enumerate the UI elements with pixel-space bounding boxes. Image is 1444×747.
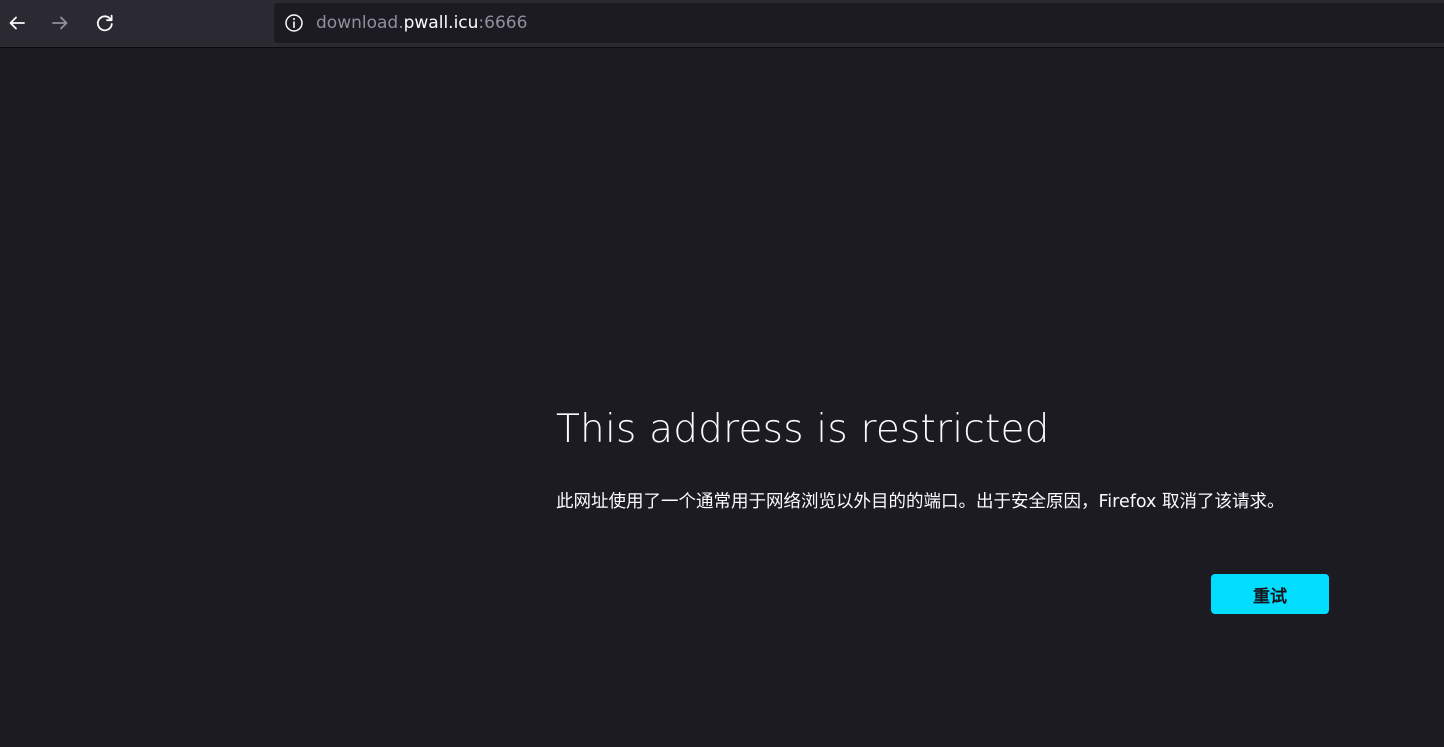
browser-toolbar: download.pwall.icu:6666	[0, 0, 1444, 48]
url-port: :6666	[478, 13, 528, 33]
info-icon[interactable]	[284, 13, 304, 33]
forward-button[interactable]	[43, 6, 77, 40]
url-bar[interactable]: download.pwall.icu:6666	[274, 3, 1444, 43]
arrow-left-icon	[9, 16, 25, 30]
reload-icon	[96, 14, 113, 32]
url-text[interactable]: download.pwall.icu:6666	[316, 13, 527, 33]
back-button[interactable]	[0, 6, 34, 40]
reload-button[interactable]	[88, 6, 122, 40]
error-description: 此网址使用了一个通常用于网络浏览以外目的的端口。出于安全原因，Firefox 取…	[556, 492, 1285, 512]
url-host: pwall.icu	[403, 13, 479, 33]
arrow-right-icon	[52, 16, 68, 30]
url-prefix: download.	[316, 13, 404, 33]
retry-button[interactable]: 重试	[1211, 574, 1329, 614]
error-title: This address is restricted	[556, 407, 1050, 452]
